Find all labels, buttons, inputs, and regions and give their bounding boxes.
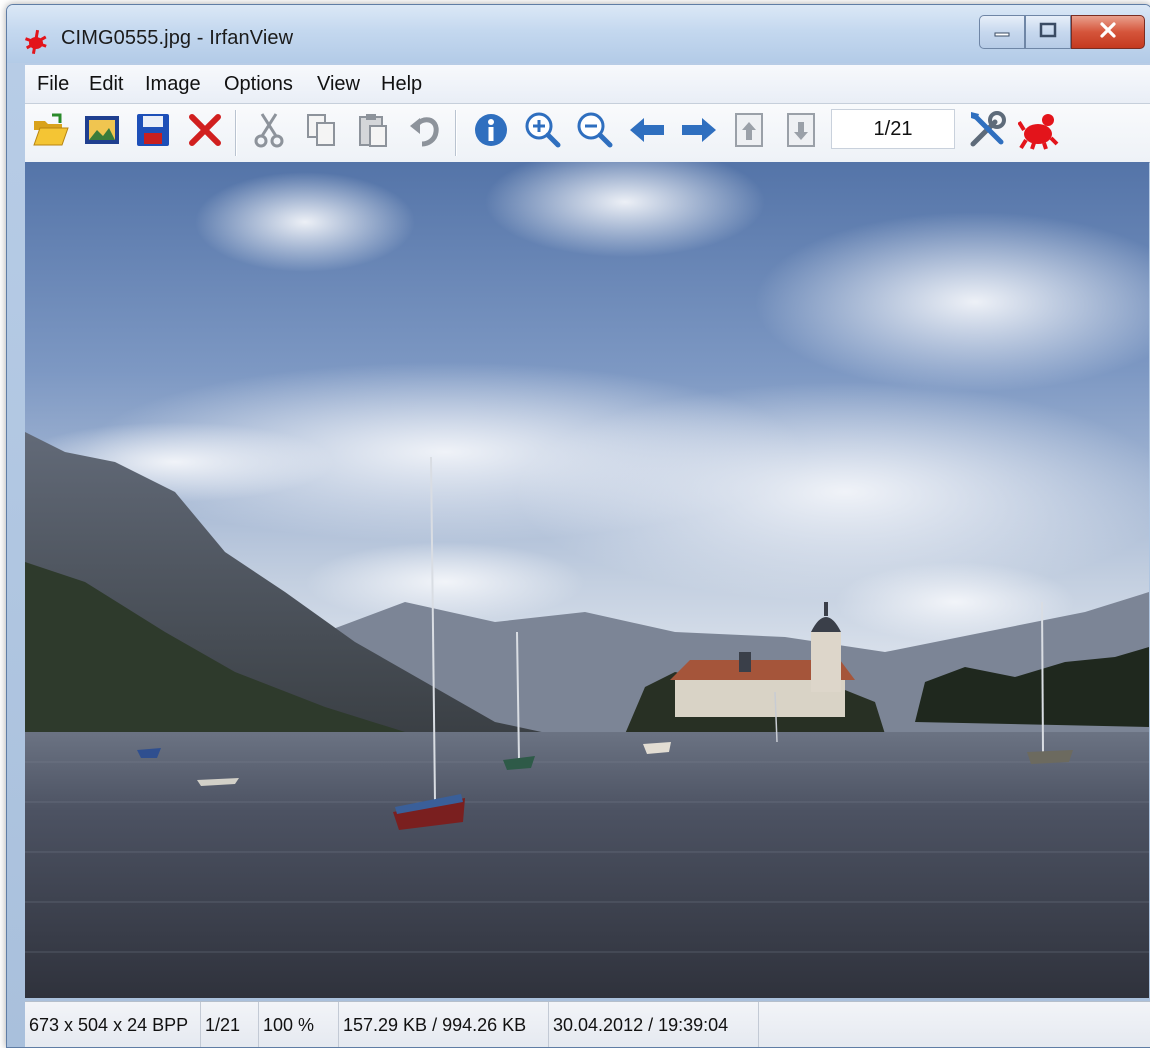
previous-button[interactable] bbox=[627, 112, 667, 152]
image-viewport[interactable] bbox=[25, 162, 1149, 998]
info-icon bbox=[473, 112, 509, 152]
page-counter[interactable]: 1/21 bbox=[831, 109, 955, 149]
save-button[interactable] bbox=[133, 112, 173, 152]
zoom-in-icon bbox=[524, 111, 562, 153]
save-icon bbox=[135, 112, 171, 152]
page-down-icon bbox=[784, 112, 818, 152]
menu-help[interactable]: Help bbox=[381, 73, 422, 96]
paste-button[interactable] bbox=[353, 112, 393, 152]
delete-button[interactable] bbox=[185, 112, 225, 152]
settings-icon bbox=[967, 110, 1007, 154]
open-folder-icon bbox=[32, 113, 70, 151]
status-bar: 673 x 504 x 24 BPP 1/21 100 % 157.29 KB … bbox=[25, 1001, 1150, 1047]
status-position: 1/21 bbox=[201, 1002, 259, 1047]
menu-image[interactable]: Image bbox=[145, 73, 201, 96]
copy-button[interactable] bbox=[301, 112, 341, 152]
status-datetime: 30.04.2012 / 19:39:04 bbox=[549, 1002, 759, 1047]
status-filesize: 157.29 KB / 994.26 KB bbox=[339, 1002, 549, 1047]
zoom-out-button[interactable] bbox=[575, 112, 615, 152]
page-up-button[interactable] bbox=[729, 112, 769, 152]
toolbar: 1/21 bbox=[25, 104, 1150, 163]
maximize-button[interactable] bbox=[1025, 15, 1071, 49]
irfanview-app-icon bbox=[21, 27, 51, 57]
title-bar[interactable]: CIMG0555.jpg - IrfanView bbox=[7, 5, 1150, 63]
close-button[interactable] bbox=[1071, 15, 1145, 49]
cut-button[interactable] bbox=[249, 112, 289, 152]
irfanview-window: CIMG0555.jpg - IrfanView File Edit Image… bbox=[6, 4, 1150, 1048]
info-button[interactable] bbox=[471, 112, 511, 152]
undo-icon bbox=[408, 112, 442, 152]
slideshow-button[interactable] bbox=[82, 112, 122, 152]
settings-button[interactable] bbox=[967, 110, 1007, 154]
page-down-button[interactable] bbox=[781, 112, 821, 152]
paste-icon bbox=[356, 112, 390, 152]
menu-options[interactable]: Options bbox=[224, 73, 293, 96]
copy-icon bbox=[304, 112, 338, 152]
status-empty bbox=[759, 1002, 1150, 1047]
lake-photo bbox=[25, 162, 1149, 998]
previous-icon bbox=[628, 115, 666, 149]
status-zoom: 100 % bbox=[259, 1002, 339, 1047]
window-controls bbox=[979, 15, 1145, 49]
irfanview-logo-icon bbox=[1017, 110, 1060, 154]
zoom-out-icon bbox=[576, 111, 614, 153]
minimize-button[interactable] bbox=[979, 15, 1025, 49]
cut-icon bbox=[252, 112, 286, 152]
minimize-icon bbox=[992, 23, 1012, 42]
menu-bar: File Edit Image Options View Help bbox=[25, 65, 1150, 104]
close-icon bbox=[1098, 21, 1118, 43]
menu-edit[interactable]: Edit bbox=[89, 73, 123, 96]
open-button[interactable] bbox=[31, 112, 71, 152]
about-button[interactable] bbox=[1017, 110, 1060, 154]
maximize-icon bbox=[1038, 22, 1058, 42]
toolbar-separator bbox=[455, 110, 457, 156]
menu-view[interactable]: View bbox=[317, 73, 360, 96]
next-icon bbox=[680, 115, 718, 149]
next-button[interactable] bbox=[679, 112, 719, 152]
page-up-icon bbox=[732, 112, 766, 152]
window-title: CIMG0555.jpg - IrfanView bbox=[61, 27, 294, 49]
toolbar-separator bbox=[235, 110, 237, 156]
undo-button[interactable] bbox=[405, 112, 445, 152]
slideshow-icon bbox=[83, 114, 121, 150]
status-dimensions: 673 x 504 x 24 BPP bbox=[25, 1002, 201, 1047]
delete-icon bbox=[187, 112, 223, 152]
menu-file[interactable]: File bbox=[37, 73, 69, 96]
zoom-in-button[interactable] bbox=[523, 112, 563, 152]
